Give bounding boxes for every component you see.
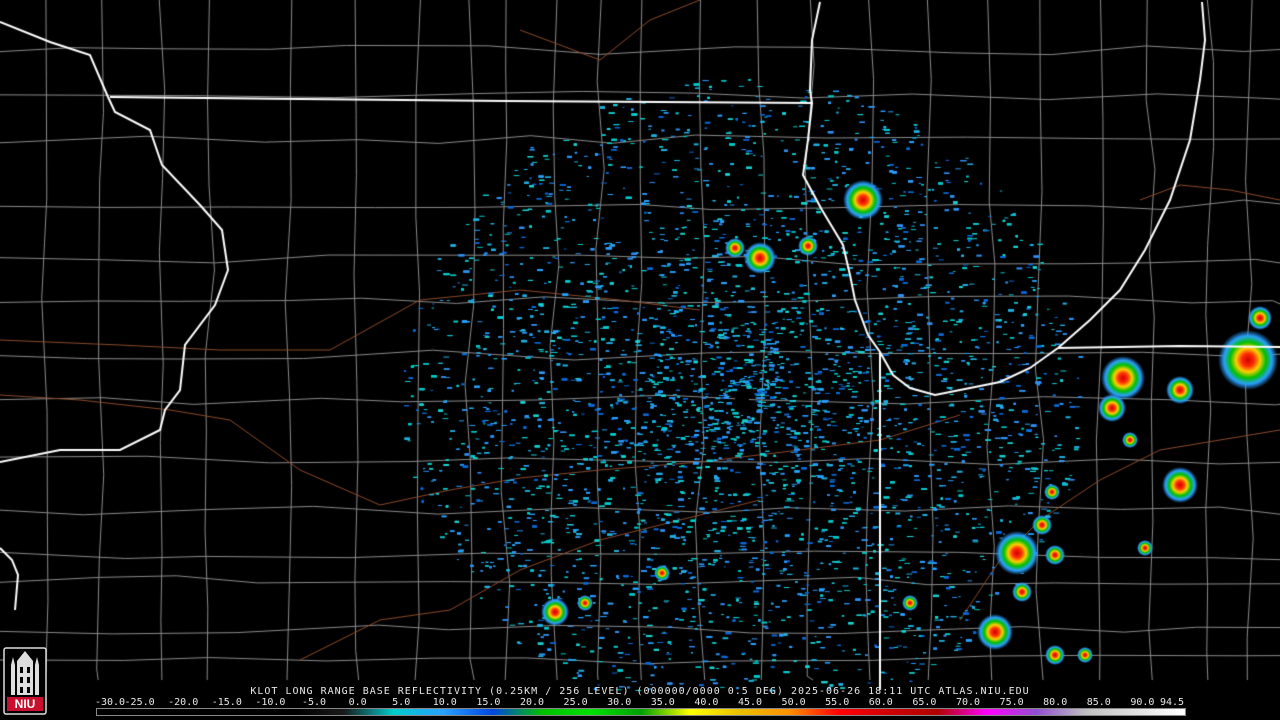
niu-logo: NIU xyxy=(3,647,47,715)
scale-label: 30.0 xyxy=(607,697,632,708)
scale-label: 75.0 xyxy=(999,697,1024,708)
scale-label: 5.0 xyxy=(392,697,411,708)
scale-label: 65.0 xyxy=(912,697,937,708)
product-caption: KLOT LONG RANGE BASE REFLECTIVITY (0.25K… xyxy=(250,686,1030,697)
scale-label: 35.0 xyxy=(650,697,675,708)
scale-label: 85.0 xyxy=(1086,697,1111,708)
scale-label: 0.0 xyxy=(348,697,367,708)
scale-label: -5.0 xyxy=(301,697,327,708)
scale-label: 50.0 xyxy=(781,697,806,708)
svg-text:NIU: NIU xyxy=(15,697,36,711)
reflectivity-color-bar xyxy=(96,708,1186,716)
scale-label: -25.0 xyxy=(124,697,155,708)
scale-label: 45.0 xyxy=(737,697,763,708)
scale-label: 90.0 xyxy=(1130,697,1155,708)
scale-label: 20.0 xyxy=(519,697,545,708)
scale-label: 25.0 xyxy=(563,697,588,708)
scale-label: -10.0 xyxy=(255,697,286,708)
scale-label: 40.0 xyxy=(694,697,719,708)
scale-label: 70.0 xyxy=(955,697,981,708)
scale-label: 55.0 xyxy=(825,697,850,708)
scale-label: 60.0 xyxy=(868,697,893,708)
scale-label: -30.0 xyxy=(94,697,126,708)
scale-label: 94.5 xyxy=(1159,697,1185,708)
scale-label: 15.0 xyxy=(476,697,501,708)
scale-label: 10.0 xyxy=(432,697,457,708)
scale-label: 80.0 xyxy=(1043,697,1068,708)
radar-map xyxy=(0,0,1280,720)
scale-label: -20.0 xyxy=(168,697,199,708)
scale-label: -15.0 xyxy=(211,697,242,708)
